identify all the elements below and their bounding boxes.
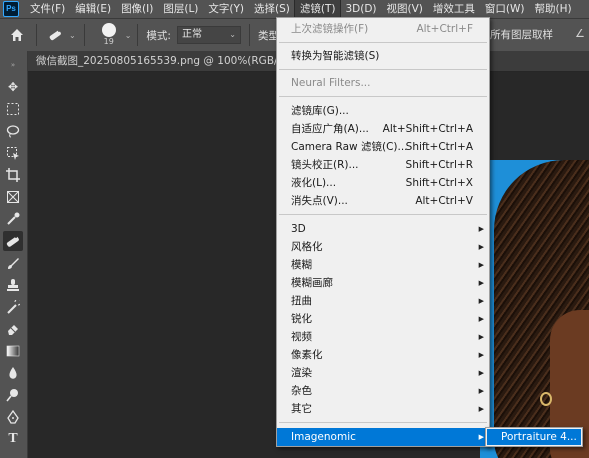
menu-item-last-filter: 上次滤镜操作(F) Alt+Ctrl+F	[291, 23, 473, 35]
menu-item-liquify[interactable]: 液化(L)... Shift+Ctrl+X	[277, 174, 489, 192]
submenu-arrow-icon: ▶	[478, 369, 484, 377]
pen-tool-icon[interactable]	[3, 407, 23, 427]
menu-item-distort[interactable]: 扭曲 ▶	[277, 292, 489, 310]
submenu-arrow-icon: ▶	[478, 351, 484, 359]
menu-separator	[279, 214, 487, 215]
menu-item-noise[interactable]: 杂色 ▶	[277, 382, 489, 400]
frame-tool-icon[interactable]	[3, 187, 23, 207]
menu-separator	[279, 42, 487, 43]
menu-image[interactable]: 图像(I)	[116, 0, 158, 18]
menu-type[interactable]: 文字(Y)	[203, 0, 249, 18]
filter-menu-dropdown: 上次滤镜操作(F) Alt+Ctrl+F 转换为智能滤镜(S) Neural F…	[276, 17, 490, 447]
submenu-arrow-icon: ▶	[478, 433, 484, 441]
menu-item-convert-smart-filters[interactable]: 转换为智能滤镜(S)	[277, 47, 489, 65]
submenu-arrow-icon: ▶	[478, 297, 484, 305]
submenu-arrow-icon: ▶	[478, 387, 484, 395]
collapse-panel-icon[interactable]: »	[3, 55, 23, 75]
menu-item-pixelate[interactable]: 像素化 ▶	[277, 346, 489, 364]
blur-tool-icon[interactable]	[3, 363, 23, 383]
photoshop-logo-icon[interactable]: Ps	[3, 1, 19, 17]
menu-select[interactable]: 选择(S)	[249, 0, 295, 18]
angle-icon[interactable]: ∠	[575, 27, 585, 40]
image-earring	[540, 392, 552, 406]
brush-tool-icon[interactable]	[3, 253, 23, 273]
menu-filter[interactable]: 滤镜(T)	[293, 0, 342, 19]
menu-edit[interactable]: 编辑(E)	[70, 0, 116, 18]
tools-panel: » ✥ T	[0, 51, 28, 458]
menu-item-stylize[interactable]: 风格化 ▶	[277, 238, 489, 256]
mode-label: 模式:	[146, 29, 171, 42]
chevron-down-icon: ⌄	[229, 30, 236, 39]
menu-item-video[interactable]: 视频 ▶	[277, 328, 489, 346]
crop-tool-icon[interactable]	[3, 165, 23, 185]
menu-item-render[interactable]: 渲染 ▶	[277, 364, 489, 382]
menu-separator	[279, 69, 487, 70]
document-tab-title: 微信截图_20250805165539.png @ 100%(RGB/8#)	[36, 55, 298, 67]
lasso-tool-icon[interactable]	[3, 121, 23, 141]
type-tool-icon[interactable]: T	[3, 429, 23, 449]
brush-tip-icon	[101, 23, 116, 37]
move-tool-icon[interactable]: ✥	[3, 77, 23, 97]
menu-item-blur[interactable]: 模糊 ▶	[277, 256, 489, 274]
options-separator	[248, 24, 250, 46]
gradient-tool-icon[interactable]	[3, 341, 23, 361]
menu-plugins[interactable]: 增效工具	[428, 0, 480, 18]
menu-separator	[279, 96, 487, 97]
brush-size-value: 19	[103, 37, 114, 46]
submenu-arrow-icon: ▶	[478, 261, 484, 269]
home-icon[interactable]	[6, 24, 28, 46]
spot-healing-brush-preset-icon[interactable]	[45, 24, 67, 46]
menu-item-lens-correction[interactable]: 镜头校正(R)... Shift+Ctrl+R	[277, 156, 489, 174]
menu-item-3d[interactable]: 3D ▶	[277, 220, 489, 238]
sample-all-layers-label[interactable]: 所有图层取样	[490, 27, 553, 42]
submenu-arrow-icon: ▶	[478, 279, 484, 287]
brush-dropdown-icon[interactable]: ⌄	[125, 31, 132, 40]
menu-help[interactable]: 帮助(H)	[530, 0, 577, 18]
menu-item-blur-gallery[interactable]: 模糊画廊 ▶	[277, 274, 489, 292]
preset-dropdown-icon[interactable]: ⌄	[69, 31, 76, 40]
menu-item-camera-raw-filter[interactable]: Camera Raw 滤镜(C)... Shift+Ctrl+A	[277, 138, 489, 156]
document-image[interactable]	[480, 160, 589, 458]
menu-bar: Ps 文件(F) 编辑(E) 图像(I) 图层(L) 文字(Y) 选择(S) 滤…	[0, 0, 589, 19]
menu-item-neural-filters: Neural Filters...	[291, 77, 371, 89]
submenu-arrow-icon: ▶	[478, 315, 484, 323]
dodge-tool-icon[interactable]	[3, 385, 23, 405]
photoshop-window: Ps 文件(F) 编辑(E) 图像(I) 图层(L) 文字(Y) 选择(S) 滤…	[0, 0, 589, 458]
menu-item-sharpen[interactable]: 锐化 ▶	[277, 310, 489, 328]
menu-file[interactable]: 文件(F)	[25, 0, 70, 18]
menu-item-adaptive-wide-angle[interactable]: 自适应广角(A)... Alt+Shift+Ctrl+A	[277, 120, 489, 138]
mode-select[interactable]: 正常 ⌄	[176, 26, 241, 44]
history-brush-tool-icon[interactable]	[3, 297, 23, 317]
submenu-arrow-icon: ▶	[478, 333, 484, 341]
menu-view[interactable]: 视图(V)	[382, 0, 428, 18]
menu-item-other[interactable]: 其它 ▶	[277, 400, 489, 418]
imagenomic-submenu: Portraiture 4...	[485, 427, 583, 447]
options-separator	[83, 24, 85, 46]
submenu-arrow-icon: ▶	[478, 225, 484, 233]
menu-separator	[279, 422, 487, 423]
mode-select-value: 正常	[181, 29, 202, 40]
eyedropper-tool-icon[interactable]	[3, 209, 23, 229]
brush-size-picker[interactable]: 19	[95, 21, 125, 49]
spot-healing-brush-tool-icon[interactable]	[3, 231, 23, 251]
menu-item-vanishing-point[interactable]: 消失点(V)... Alt+Ctrl+V	[277, 192, 489, 210]
menu-layer[interactable]: 图层(L)	[158, 0, 203, 18]
marquee-tool-icon[interactable]	[3, 99, 23, 119]
submenu-arrow-icon: ▶	[478, 243, 484, 251]
menu-3d[interactable]: 3D(D)	[340, 0, 381, 18]
eraser-tool-icon[interactable]	[3, 319, 23, 339]
submenu-arrow-icon: ▶	[478, 405, 484, 413]
menu-window[interactable]: 窗口(W)	[480, 0, 530, 18]
options-separator	[137, 24, 139, 46]
options-separator	[36, 24, 37, 46]
clone-stamp-tool-icon[interactable]	[3, 275, 23, 295]
menu-item-imagenomic[interactable]: Imagenomic ▶	[277, 428, 489, 446]
menu-item-filter-gallery[interactable]: 滤镜库(G)...	[277, 102, 489, 120]
menu-item-portraiture[interactable]: Portraiture 4...	[487, 429, 581, 445]
object-selection-tool-icon[interactable]	[3, 143, 23, 163]
